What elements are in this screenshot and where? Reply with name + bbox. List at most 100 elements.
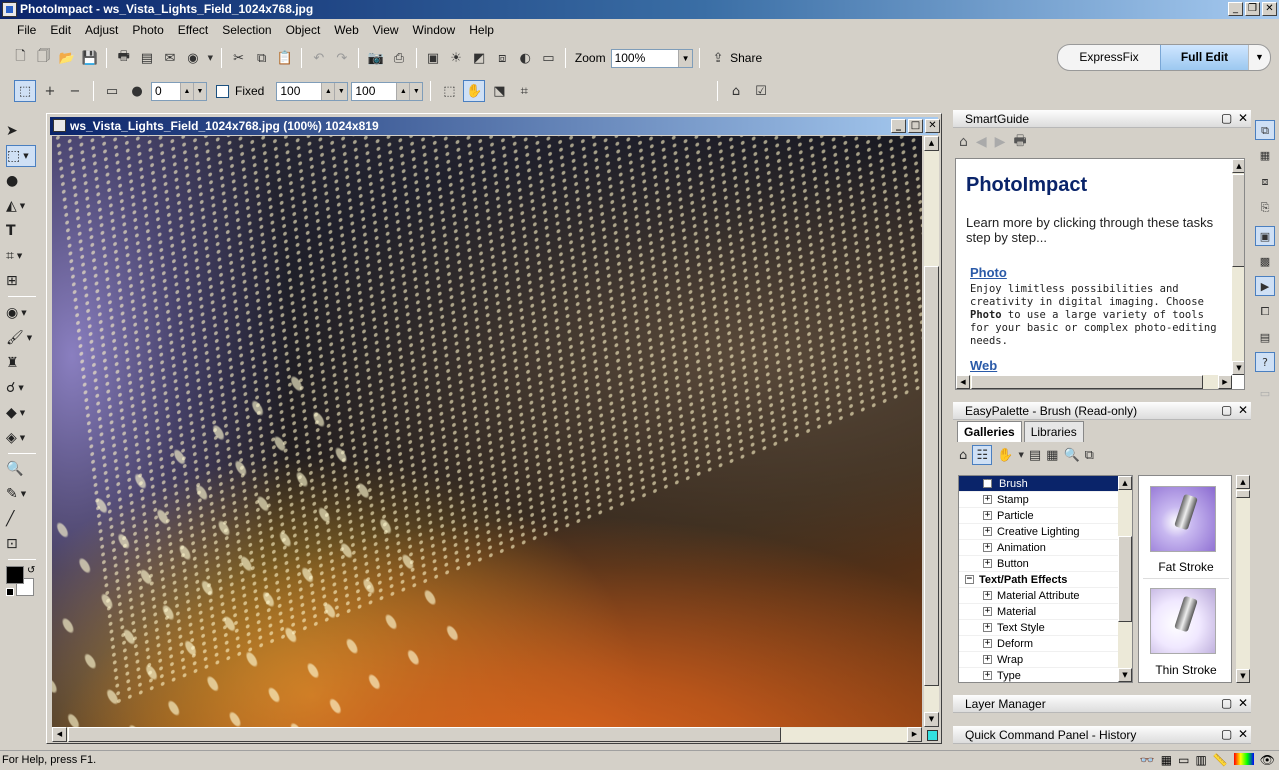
share-button[interactable]: ⇪ Share xyxy=(706,47,766,69)
expand-icon[interactable]: + xyxy=(983,527,992,536)
expand-icon[interactable]: + xyxy=(983,639,992,648)
glasses-icon[interactable]: 👓 xyxy=(1140,753,1155,767)
horizontal-scrollbar[interactable]: ◀ ▶ xyxy=(956,375,1232,389)
clone-stamp-tool-icon[interactable]: ♜ xyxy=(6,352,36,374)
close-icon[interactable]: ✕ xyxy=(1262,2,1277,16)
soft-edge-spinner[interactable]: 0 ▲ ▼ xyxy=(151,81,207,101)
retouch-tool-icon[interactable]: ☌ ▼ xyxy=(6,377,36,399)
capture-icon[interactable]: ◉ xyxy=(182,47,203,69)
eye-icon[interactable]: 👁 xyxy=(1260,753,1275,767)
menu-window[interactable]: Window xyxy=(406,21,463,41)
box-icon[interactable]: ▥ xyxy=(1195,753,1206,767)
scroll-up-icon[interactable]: ▲ xyxy=(1236,475,1250,489)
print-icon[interactable]: 🖶 xyxy=(1013,130,1026,154)
scroll-thumb[interactable] xyxy=(68,727,781,742)
layers-panel-icon[interactable]: ▦ xyxy=(1255,146,1275,166)
expressfix-button[interactable]: ExpressFix xyxy=(1058,45,1160,70)
tree-item[interactable]: + Material xyxy=(959,604,1132,620)
height-spinner[interactable]: 100 ▲ ▼ xyxy=(351,81,424,101)
quick-command-panel-icon[interactable]: ⧠ xyxy=(1255,302,1275,322)
scroll-right-icon[interactable]: ▶ xyxy=(1218,375,1232,389)
red-eye-tool-icon[interactable]: ◉ ▼ xyxy=(6,302,36,324)
full-edit-button[interactable]: Full Edit xyxy=(1160,45,1248,70)
crop-tool-icon[interactable]: ⌗ ▼ xyxy=(6,245,36,267)
tree-item[interactable]: + Particle xyxy=(959,508,1132,524)
hand-icon[interactable]: ✋ xyxy=(997,448,1013,463)
width-spinner[interactable]: 100 ▲ ▼ xyxy=(276,81,349,101)
default-colors-icon[interactable] xyxy=(6,588,14,596)
panel-float-icon[interactable]: ▢ xyxy=(1221,727,1232,741)
copy-icon[interactable]: ⧉ xyxy=(251,47,272,69)
fixed-checkbox[interactable] xyxy=(216,84,229,98)
easypalette-panel-icon[interactable]: ▣ xyxy=(1255,226,1275,246)
chevron-down-icon[interactable]: ▼ xyxy=(678,49,693,67)
help-icon[interactable]: ? xyxy=(1255,352,1275,372)
expand-icon[interactable]: + xyxy=(983,559,992,568)
minimize-icon[interactable]: _ xyxy=(891,119,906,133)
tree-item[interactable]: + Type xyxy=(959,668,1132,682)
spin-down-icon[interactable]: ▼ xyxy=(409,82,423,100)
tree-item[interactable]: + Deform xyxy=(959,636,1132,652)
pick-tool-icon[interactable]: ➤ xyxy=(6,120,36,142)
menu-help[interactable]: Help xyxy=(462,21,501,41)
tab-libraries[interactable]: Libraries xyxy=(1023,421,1084,442)
crop-selection-icon[interactable]: ⬔ xyxy=(488,80,510,102)
tree-item[interactable]: + Button xyxy=(959,556,1132,572)
transform-tool-icon[interactable]: ⊞ xyxy=(6,270,36,292)
close-icon[interactable]: ✕ xyxy=(1238,727,1248,741)
menu-selection[interactable]: Selection xyxy=(215,21,278,41)
soft-edge-icon[interactable]: ● xyxy=(126,80,148,102)
batch-icon[interactable]: ⧈ xyxy=(492,47,513,69)
eyedropper-tool-icon[interactable]: ✎ ▼ xyxy=(6,483,36,505)
chevron-down-icon[interactable]: ▼ xyxy=(1018,451,1023,459)
panel-home-icon[interactable]: ⌂ xyxy=(725,80,747,102)
shape-icon[interactable]: ▭ xyxy=(101,80,123,102)
menu-photo[interactable]: Photo xyxy=(125,21,170,41)
vertical-scrollbar[interactable]: ▲ ▼ xyxy=(1118,476,1132,682)
minimize-icon[interactable]: _ xyxy=(1228,2,1243,16)
document-title-bar[interactable]: ws_Vista_Lights_Field_1024x768.jpg (100%… xyxy=(50,117,940,135)
add-selection-icon[interactable]: + xyxy=(39,80,61,102)
menu-edit[interactable]: Edit xyxy=(43,21,78,41)
new-from-template-icon[interactable]: 🗍 xyxy=(33,47,54,69)
frame-icon[interactable]: ▭ xyxy=(538,47,559,69)
fat-stroke-thumbnail[interactable] xyxy=(1150,486,1216,552)
easypalette-header[interactable]: EasyPalette - Brush (Read-only) ▢ ✕ xyxy=(953,402,1251,420)
smartguide-panel-icon[interactable]: ⧉ xyxy=(1255,120,1275,140)
tree-item[interactable]: + Creative Lighting xyxy=(959,524,1132,540)
quick-command-header[interactable]: Quick Command Panel - History ▢ ✕ xyxy=(953,726,1251,744)
scroll-up-icon[interactable]: ▲ xyxy=(924,136,939,151)
object-paint-eraser-icon[interactable]: ● xyxy=(6,170,36,192)
frame-icon[interactable]: ▭ xyxy=(1178,753,1189,767)
open-icon[interactable]: 📂 xyxy=(56,47,77,69)
undo-icon[interactable]: ↶ xyxy=(308,47,329,69)
crop-icon[interactable]: ⌗ xyxy=(513,80,535,102)
image-canvas[interactable] xyxy=(52,136,922,727)
camera-icon[interactable]: 📷 xyxy=(365,47,386,69)
document-panel-icon[interactable]: ⧈ xyxy=(1255,172,1275,192)
print-icon[interactable]: 🖶 xyxy=(113,47,134,69)
expand-icon[interactable]: + xyxy=(983,623,992,632)
menu-file[interactable]: File xyxy=(10,21,43,41)
close-icon[interactable]: ✕ xyxy=(1238,696,1248,710)
scroll-left-icon[interactable]: ◀ xyxy=(956,375,970,389)
path-drawing-tool-icon[interactable]: ◭ ▼ xyxy=(6,195,36,217)
ruler-icon[interactable]: 📏 xyxy=(1213,753,1228,767)
expand-icon[interactable]: + xyxy=(983,479,992,488)
fill-tool-icon[interactable]: ◈ ▼ xyxy=(6,427,36,449)
scroll-thumb[interactable] xyxy=(1232,174,1244,267)
email-icon[interactable]: ✉ xyxy=(159,47,180,69)
paste-icon[interactable]: 📋 xyxy=(274,47,295,69)
color-panel-icon[interactable]: ▩ xyxy=(1255,252,1275,272)
tab-galleries[interactable]: Galleries xyxy=(957,421,1022,442)
horizontal-scrollbar[interactable]: ◀ ▶ xyxy=(52,727,922,742)
print-preview-icon[interactable]: ▤ xyxy=(136,47,157,69)
spin-down-icon[interactable]: ▼ xyxy=(334,82,348,100)
selection-mode-icon[interactable]: ⬚ xyxy=(438,80,460,102)
panel-float-icon[interactable]: ▢ xyxy=(1221,696,1232,710)
restore-icon[interactable]: ❐ xyxy=(1245,2,1260,16)
swap-colors-icon[interactable]: ↺ xyxy=(27,565,35,576)
menu-view[interactable]: View xyxy=(366,21,406,41)
foreground-color-swatch[interactable] xyxy=(6,566,24,584)
paint-brush-tool-icon[interactable]: 🖌 ▼ xyxy=(6,327,36,349)
